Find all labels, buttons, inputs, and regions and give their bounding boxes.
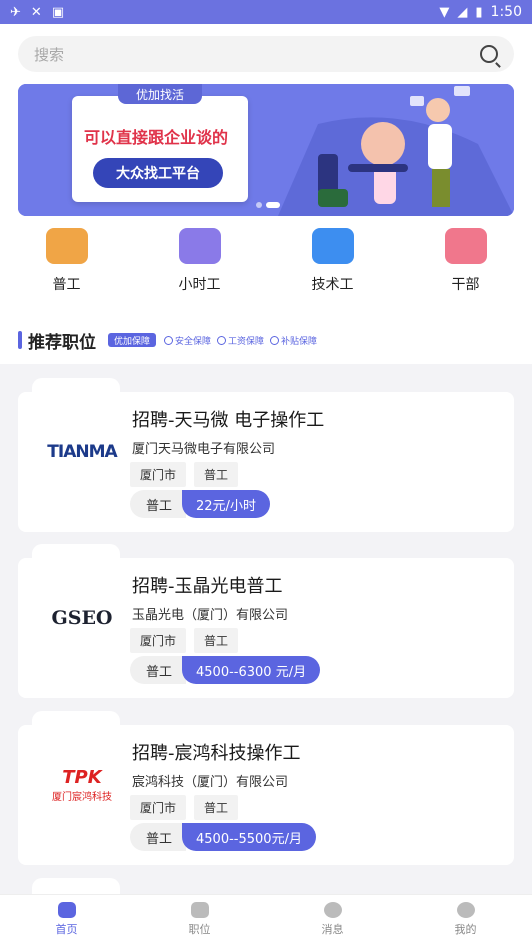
category-hourly-worker[interactable]: 小时工	[133, 228, 266, 308]
category-cadre[interactable]: 干部	[399, 228, 532, 308]
nav-messages[interactable]: 消息	[266, 895, 399, 944]
check-icon	[217, 335, 227, 345]
card-tab	[32, 878, 120, 894]
bottom-nav: 首页 职位 消息 我的	[0, 894, 532, 944]
banner-headline: 可以直接跟企业谈的	[84, 128, 229, 147]
pager-dot[interactable]	[256, 202, 262, 208]
guarantee-wage: 工资保障	[217, 334, 264, 347]
category-technician[interactable]: 技术工	[266, 228, 399, 308]
wifi-icon: ▼	[439, 4, 450, 20]
money-bag-icon	[45, 228, 88, 264]
status-time: 1:50	[490, 4, 522, 20]
nav-label: 我的	[454, 923, 477, 936]
nav-home[interactable]: 首页	[0, 895, 133, 944]
job-title: 招聘-天马微 电子操作工	[132, 410, 325, 431]
pay-rate: 4500--6300 元/月	[182, 656, 321, 684]
signal-icon: ◢	[457, 4, 468, 20]
tag-city: 厦门市	[130, 462, 187, 487]
search-placeholder: 搜索	[34, 45, 65, 64]
pay-rate: 22元/小时	[182, 490, 270, 518]
logo-subtext: 厦门宸鸿科技	[52, 792, 112, 803]
tag-type: 普工	[194, 628, 239, 653]
search-icon[interactable]	[480, 45, 498, 63]
category-general-worker[interactable]: 普工	[0, 228, 133, 308]
company-logo: TPK 厦门宸鸿科技	[32, 765, 132, 805]
nav-label: 消息	[321, 923, 344, 936]
tag-type: 普工	[194, 462, 239, 487]
battery-icon: ▮	[475, 4, 483, 20]
category-row: 普工 小时工 技术工 干部	[0, 228, 532, 308]
home-icon	[57, 902, 76, 918]
pay-info: 普工 4500--6300 元/月	[130, 656, 321, 684]
guarantee-subsidy: 补贴保障	[270, 334, 317, 347]
profile-icon	[456, 902, 475, 918]
pay-info: 普工 22元/小时	[130, 490, 270, 518]
company-name: 玉晶光电（厦门）有限公司	[132, 608, 289, 623]
check-icon	[270, 335, 280, 345]
nav-label: 职位	[188, 923, 211, 936]
category-label: 干部	[451, 277, 480, 293]
job-list[interactable]: TIANMA 招聘-天马微 电子操作工 厦门天马微电子有限公司 厦门市 普工 普…	[0, 364, 532, 894]
section-title: 推荐职位	[28, 332, 96, 353]
message-icon	[323, 902, 342, 918]
tag-city: 厦门市	[130, 795, 187, 820]
logo-tpk: TPK 厦门宸鸿科技	[52, 767, 112, 803]
company-logo: TIANMA	[32, 432, 132, 472]
job-type: 普工	[130, 490, 187, 518]
nav-jobs[interactable]: 职位	[133, 895, 266, 944]
recommend-header: 推荐职位 优加保障 安全保障 工资保障 补贴保障	[18, 328, 323, 353]
banner-tag: 优加找活	[118, 84, 202, 104]
lightning-icon	[178, 228, 221, 264]
company-logo: GSEO	[32, 598, 132, 638]
nav-profile[interactable]: 我的	[399, 895, 532, 944]
search-input[interactable]: 搜索	[18, 36, 514, 72]
briefcase-icon	[190, 902, 209, 918]
job-title: 招聘-宸鸿科技操作工	[132, 743, 301, 764]
notification-icon: ▣	[51, 4, 65, 20]
job-tags: 厦门市 普工	[130, 795, 239, 820]
logo-text: TPK	[62, 767, 102, 788]
check-icon	[164, 335, 174, 345]
tag-type: 普工	[194, 795, 239, 820]
job-card[interactable]: GSEO 招聘-玉晶光电普工 玉晶光电（厦门）有限公司 厦门市 普工 普工 45…	[18, 558, 514, 698]
airplane-icon: ✈	[10, 4, 21, 20]
company-name: 宸鸿科技（厦门）有限公司	[132, 775, 289, 790]
job-card[interactable]: TPK 厦门宸鸿科技 招聘-宸鸿科技操作工 宸鸿科技（厦门）有限公司 厦门市 普…	[18, 725, 514, 865]
job-title: 招聘-玉晶光电普工	[132, 576, 283, 597]
logo-text: TIANMA	[47, 442, 117, 462]
logo-text: GSEO	[51, 607, 113, 629]
banner-pager	[256, 202, 280, 208]
job-tags: 厦门市 普工	[130, 628, 239, 653]
status-bar: ✈ ✕ ▣ ▼ ◢ ▮ 1:50	[0, 0, 532, 24]
tag-city: 厦门市	[130, 628, 187, 653]
shield-badge: 优加保障	[108, 333, 157, 347]
guarantee-safety: 安全保障	[164, 334, 211, 347]
job-type: 普工	[130, 656, 187, 684]
category-label: 普工	[52, 277, 81, 293]
pay-rate: 4500--5500元/月	[182, 823, 316, 851]
job-type: 普工	[130, 823, 187, 851]
phone-dollar-icon	[311, 228, 354, 264]
banner-button[interactable]: 大众找工平台	[93, 158, 223, 188]
top-section: 搜索 优加找活 可以直接跟企业谈的 大众找工平台 普工 小时工 技术工 干部 推…	[0, 24, 532, 364]
nav-label: 首页	[55, 923, 78, 936]
pay-info: 普工 4500--5500元/月	[130, 823, 316, 851]
section-accent-bar	[18, 331, 22, 349]
company-name: 厦门天马微电子有限公司	[132, 442, 276, 457]
category-label: 技术工	[311, 277, 354, 293]
pager-dot-active[interactable]	[266, 202, 280, 208]
briefcase-icon	[444, 228, 487, 264]
category-label: 小时工	[178, 277, 221, 293]
job-card[interactable]: TIANMA 招聘-天马微 电子操作工 厦门天马微电子有限公司 厦门市 普工 普…	[18, 392, 514, 532]
promo-banner[interactable]: 优加找活 可以直接跟企业谈的 大众找工平台	[18, 84, 514, 216]
close-icon: ✕	[30, 4, 42, 20]
job-tags: 厦门市 普工	[130, 462, 239, 487]
